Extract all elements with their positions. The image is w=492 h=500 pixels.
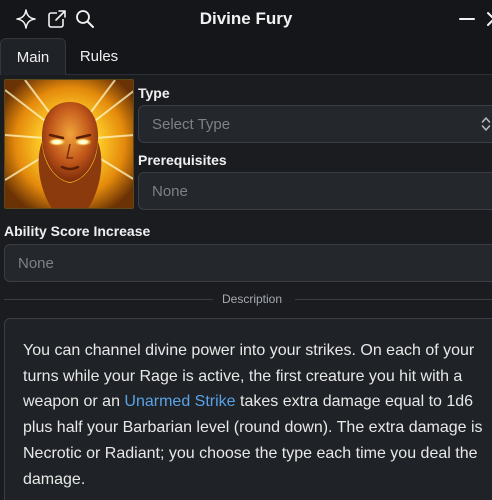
chevron-updown-icon bbox=[481, 115, 491, 133]
prerequisites-field[interactable]: None bbox=[138, 172, 492, 210]
tab-bar: Main Rules bbox=[0, 38, 492, 75]
type-select-value: Select Type bbox=[152, 115, 231, 133]
description-heading: Description bbox=[222, 292, 283, 306]
ability-score-increase-value: None bbox=[18, 254, 54, 272]
window-title: Divine Fury bbox=[199, 9, 293, 28]
tab-rules-label: Rules bbox=[79, 48, 119, 65]
prerequisites-label: Prerequisites bbox=[138, 152, 227, 168]
unarmed-strike-link[interactable]: Unarmed Strike bbox=[124, 393, 235, 410]
type-label: Type bbox=[138, 85, 170, 101]
minimize-icon[interactable] bbox=[455, 7, 479, 31]
ability-score-increase-field[interactable]: None bbox=[4, 244, 492, 282]
tab-main-label: Main bbox=[16, 48, 50, 66]
ability-score-increase-label: Ability Score Increase bbox=[4, 223, 151, 239]
divider-left bbox=[4, 299, 213, 300]
title-bar: Divine Fury bbox=[0, 0, 492, 38]
divider-right bbox=[295, 299, 492, 300]
type-select[interactable]: Select Type bbox=[138, 105, 492, 143]
tab-rules[interactable]: Rules bbox=[66, 38, 132, 75]
feat-portrait-image[interactable] bbox=[4, 79, 134, 209]
description-box[interactable]: You can channel divine power into your s… bbox=[4, 318, 492, 500]
prerequisites-value: None bbox=[152, 182, 188, 200]
tab-main[interactable]: Main bbox=[0, 38, 66, 75]
close-icon[interactable] bbox=[481, 7, 492, 31]
